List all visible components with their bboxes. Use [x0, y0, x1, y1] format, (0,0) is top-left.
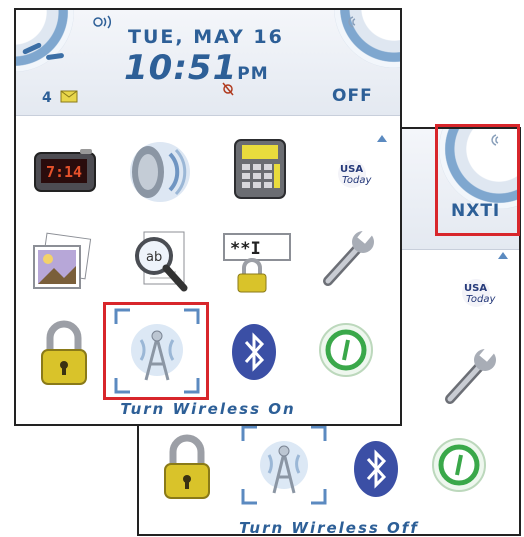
pictures-icon[interactable]	[30, 232, 94, 298]
bluetooth-icon[interactable]	[352, 439, 400, 503]
wireless-signal-icon	[348, 16, 356, 28]
battery-dial	[16, 10, 74, 72]
options-wrench-icon[interactable]	[320, 226, 380, 292]
svg-text:7:14: 7:14	[46, 163, 82, 181]
front-header: TUE, MAY 16 10:51PM 4 OFF	[16, 10, 400, 116]
power-icon[interactable]	[431, 437, 487, 497]
usa-today-text-today: Today	[342, 175, 372, 186]
highlight-profile-status	[435, 124, 520, 236]
search-icon[interactable]: ab	[126, 228, 192, 298]
bluetooth-icon[interactable]	[230, 322, 278, 386]
signal-dial	[334, 10, 400, 68]
clock-icon[interactable]: 7:14	[32, 145, 98, 203]
message-count: 4	[42, 90, 52, 106]
profile-status[interactable]: OFF	[332, 86, 373, 106]
time-label: 10:51PM	[124, 48, 269, 88]
usa-today-text-usa: USA	[464, 283, 487, 294]
ampm-label: PM	[237, 64, 269, 84]
highlight-wireless-icon	[103, 302, 209, 400]
speaker-icon[interactable]	[126, 140, 192, 208]
time-digits: 10:51	[124, 48, 238, 88]
lock-icon[interactable]	[34, 320, 94, 394]
scroll-up-arrow-icon[interactable]	[376, 133, 388, 143]
scroll-up-arrow-icon[interactable]	[497, 250, 509, 260]
usa-today-icon[interactable]: USA Today	[454, 271, 498, 319]
password-mask-text: **I	[230, 239, 261, 259]
usa-today-icon[interactable]: USA Today	[330, 152, 374, 200]
wireless-antenna-icon[interactable]	[241, 425, 327, 505]
password-keeper-icon[interactable]: **I	[222, 230, 292, 298]
dial-mark	[45, 52, 65, 61]
wireless-caption: Turn Wireless On	[120, 400, 296, 418]
power-icon[interactable]	[318, 322, 374, 382]
calculator-icon[interactable]	[232, 137, 288, 205]
lock-icon[interactable]	[157, 434, 217, 508]
usa-today-text-today: Today	[466, 294, 496, 305]
envelope-icon[interactable]	[60, 90, 78, 103]
usa-today-text-usa: USA	[340, 164, 363, 175]
svg-text:ab: ab	[146, 250, 162, 265]
options-wrench-icon[interactable]	[442, 344, 502, 410]
alarm-off-icon[interactable]	[222, 82, 234, 96]
wireless-caption: Turn Wireless Off	[239, 519, 419, 536]
date-label: TUE, MAY 16	[128, 26, 284, 48]
signal-strength-icon	[93, 15, 112, 29]
